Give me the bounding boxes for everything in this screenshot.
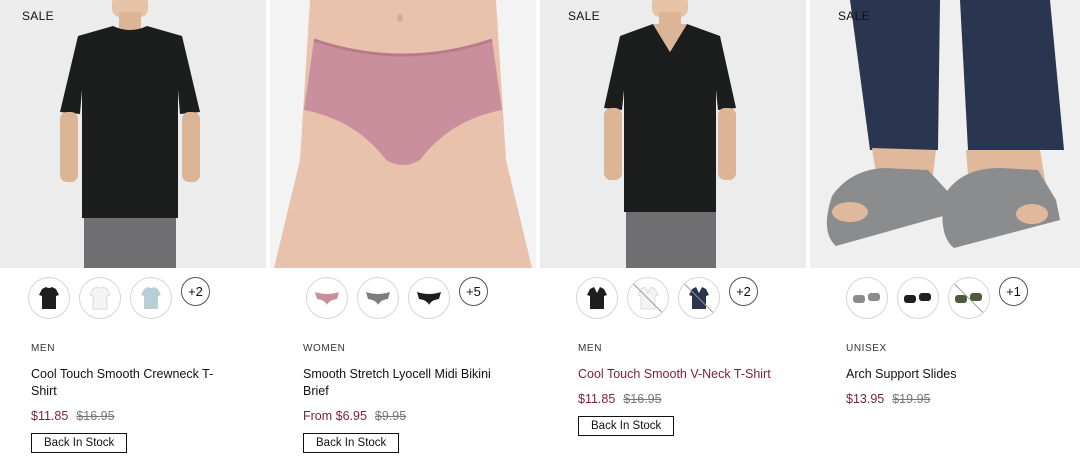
swatch-black[interactable] xyxy=(28,277,70,319)
price-row: $11.85 $16.95 xyxy=(31,409,231,423)
product-image[interactable]: SALE xyxy=(540,0,806,268)
back-in-stock-button[interactable]: Back In Stock xyxy=(578,416,675,436)
product-image[interactable] xyxy=(270,0,536,268)
product-category: MEN xyxy=(578,343,603,354)
swatch-black[interactable] xyxy=(576,277,618,319)
original-price: $16.95 xyxy=(76,409,115,423)
product-grid: SALE +2 MEN Cool Touch Smooth Crewneck T… xyxy=(0,0,1080,476)
product-image[interactable]: SALE xyxy=(810,0,1080,268)
color-swatches: +5 xyxy=(306,277,488,319)
swatch-white-unavailable[interactable] xyxy=(627,277,669,319)
color-swatches: +2 xyxy=(28,277,210,319)
product-name[interactable]: Smooth Stretch Lyocell Midi Bikini Brief xyxy=(303,366,503,400)
sale-badge: SALE xyxy=(568,9,600,23)
sale-price: $13.95 xyxy=(846,392,885,406)
original-price: $9.95 xyxy=(374,409,407,423)
price-row: $13.95 $19.95 xyxy=(846,392,1046,406)
swatch-pink[interactable] xyxy=(306,277,348,319)
product-category: MEN xyxy=(31,343,56,354)
product-name[interactable]: Cool Touch Smooth Crewneck T-Shirt xyxy=(31,366,231,400)
original-price: $19.95 xyxy=(892,392,931,406)
sale-price: $11.85 xyxy=(31,409,69,423)
price-row: From $6.95 $9.95 xyxy=(303,409,503,423)
product-card[interactable]: +5 WOMEN Smooth Stretch Lyocell Midi Bik… xyxy=(270,0,540,476)
back-in-stock-button[interactable]: Back In Stock xyxy=(303,433,400,453)
more-colors-button[interactable]: +2 xyxy=(181,277,210,306)
sale-badge: SALE xyxy=(22,9,54,23)
product-name[interactable]: Arch Support Slides xyxy=(846,366,1046,383)
swatch-gray[interactable] xyxy=(357,277,399,319)
product-info: WOMEN Smooth Stretch Lyocell Midi Bikini… xyxy=(303,343,503,453)
swatch-black[interactable] xyxy=(897,277,939,319)
sale-price: From $6.95 xyxy=(303,409,367,423)
color-swatches: +2 xyxy=(576,277,758,319)
product-info: MEN Cool Touch Smooth V-Neck T-Shirt $11… xyxy=(578,343,778,436)
swatch-light-blue[interactable] xyxy=(130,277,172,319)
more-colors-button[interactable]: +1 xyxy=(999,277,1028,306)
swatch-white[interactable] xyxy=(79,277,121,319)
more-colors-button[interactable]: +2 xyxy=(729,277,758,306)
swatch-black[interactable] xyxy=(408,277,450,319)
product-category: WOMEN xyxy=(303,343,346,354)
swatch-olive-unavailable[interactable] xyxy=(948,277,990,319)
sale-price: $11.85 xyxy=(578,392,616,406)
product-card[interactable]: SALE +1 UNISEX Arch Support Slides $13.9… xyxy=(810,0,1080,476)
product-card[interactable]: SALE +2 MEN Cool Touch Smooth V-Neck T-S… xyxy=(540,0,810,476)
product-info: MEN Cool Touch Smooth Crewneck T-Shirt $… xyxy=(31,343,231,453)
color-swatches: +1 xyxy=(846,277,1028,319)
sale-badge: SALE xyxy=(838,9,870,23)
back-in-stock-button[interactable]: Back In Stock xyxy=(31,433,128,453)
original-price: $16.95 xyxy=(623,392,662,406)
swatch-gray[interactable] xyxy=(846,277,888,319)
more-colors-button[interactable]: +5 xyxy=(459,277,488,306)
product-category: UNISEX xyxy=(846,343,887,354)
product-image[interactable]: SALE xyxy=(0,0,266,268)
swatch-navy-unavailable[interactable] xyxy=(678,277,720,319)
product-name[interactable]: Cool Touch Smooth V-Neck T-Shirt xyxy=(578,366,778,383)
product-info: UNISEX Arch Support Slides $13.95 $19.95 xyxy=(846,343,1046,406)
product-card[interactable]: SALE +2 MEN Cool Touch Smooth Crewneck T… xyxy=(0,0,270,476)
price-row: $11.85 $16.95 xyxy=(578,392,778,406)
